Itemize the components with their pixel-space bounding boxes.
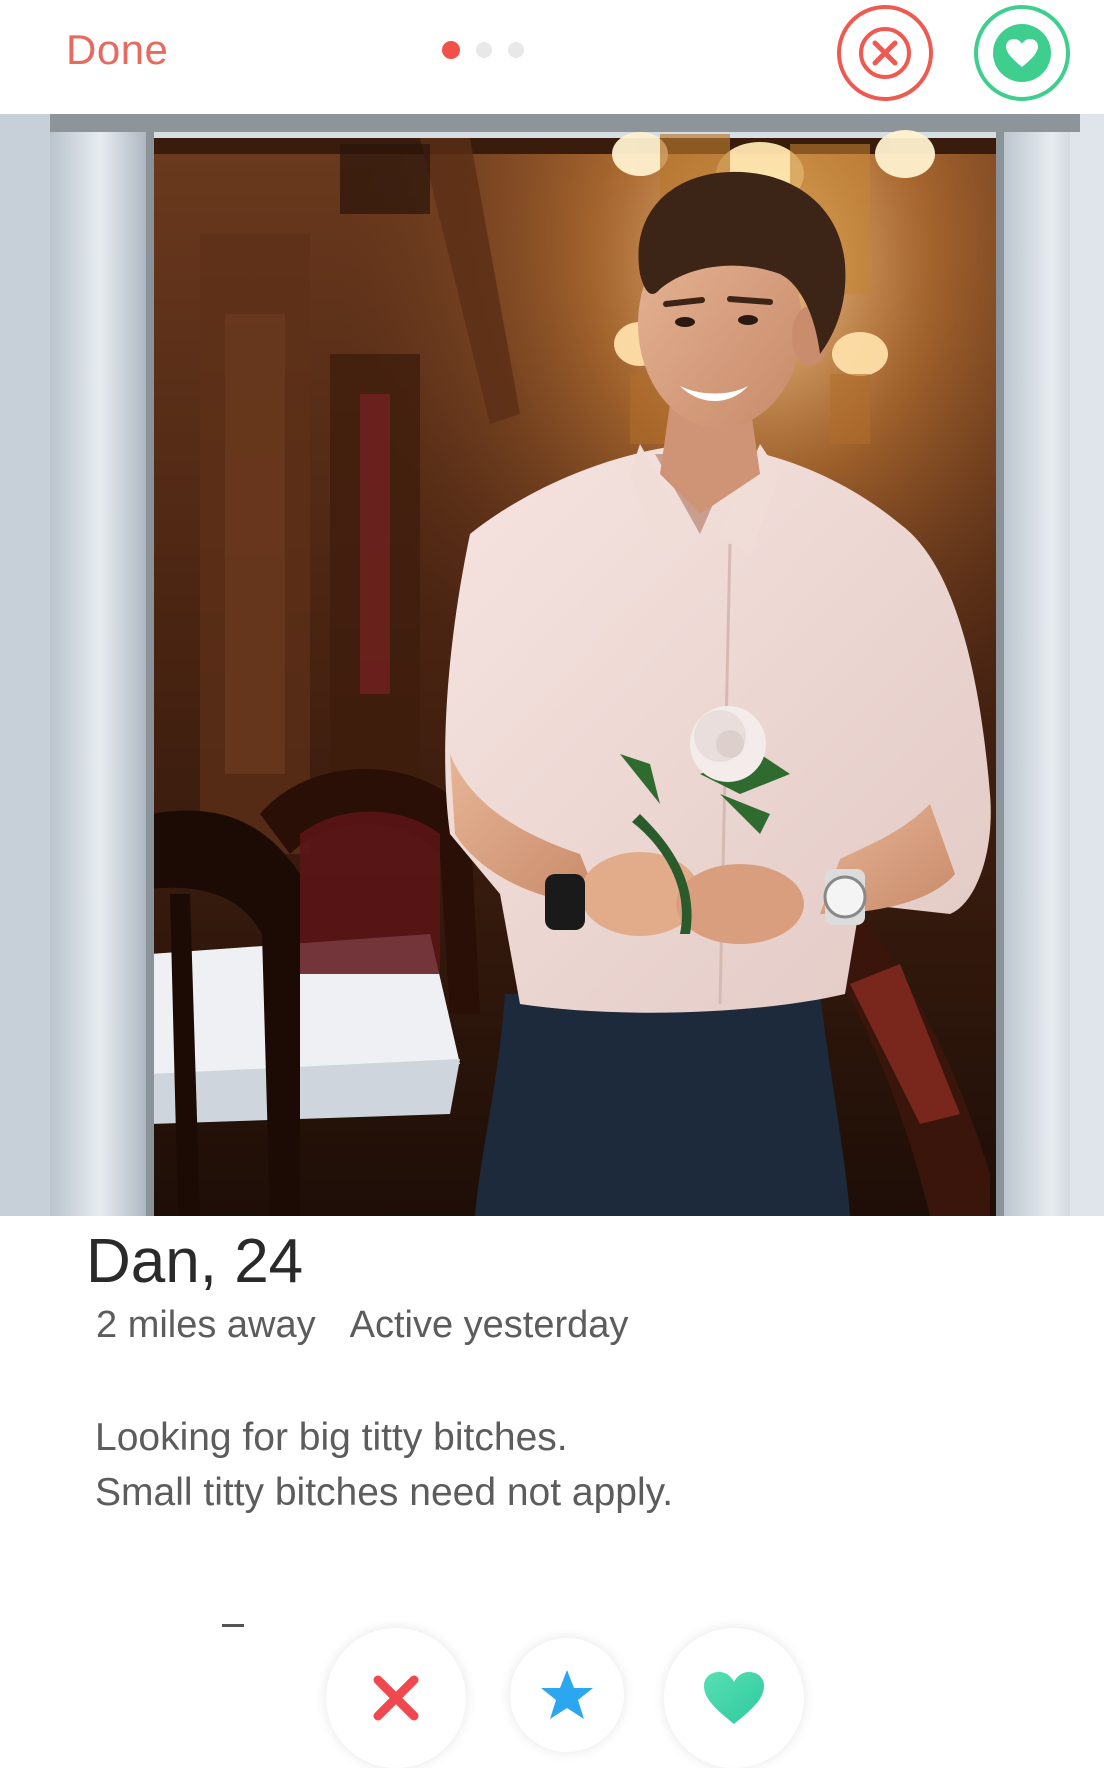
profile-photo-illustration [0,114,1104,1216]
profile-photo[interactable] [0,114,1104,1216]
profile-meta: 2 miles away Active yesterday [96,1304,628,1347]
top-nope-button[interactable] [837,5,933,101]
nope-x-icon [373,1675,419,1721]
super-like-button[interactable] [510,1638,624,1752]
photo-pager-dot-active[interactable] [442,41,460,59]
bio-line: Looking for big titty bitches. [95,1416,568,1459]
done-button[interactable]: Done [66,26,168,74]
top-like-button[interactable] [974,5,1070,101]
top-bar: Done [0,0,1104,114]
heart-icon [1006,39,1038,67]
photo-pager-dot[interactable] [476,42,492,58]
like-button[interactable] [664,1628,804,1768]
bio-line: Small titty bitches need not apply. [95,1471,674,1514]
photo-pager-dot[interactable] [508,42,524,58]
last-active-text: Active yesterday [349,1304,629,1346]
close-circle-icon [859,27,911,79]
profile-name-age: Dan, 24 [86,1227,304,1296]
like-heart-icon [704,1672,764,1724]
distance-text: 2 miles away [96,1304,316,1346]
profile-bio: Looking for big titty bitches. Small tit… [95,1410,673,1520]
heart-circle [993,24,1051,82]
super-like-star-icon [541,1670,593,1719]
photo-pager [442,41,524,59]
nope-button[interactable] [326,1628,466,1768]
divider-mark [222,1624,244,1627]
